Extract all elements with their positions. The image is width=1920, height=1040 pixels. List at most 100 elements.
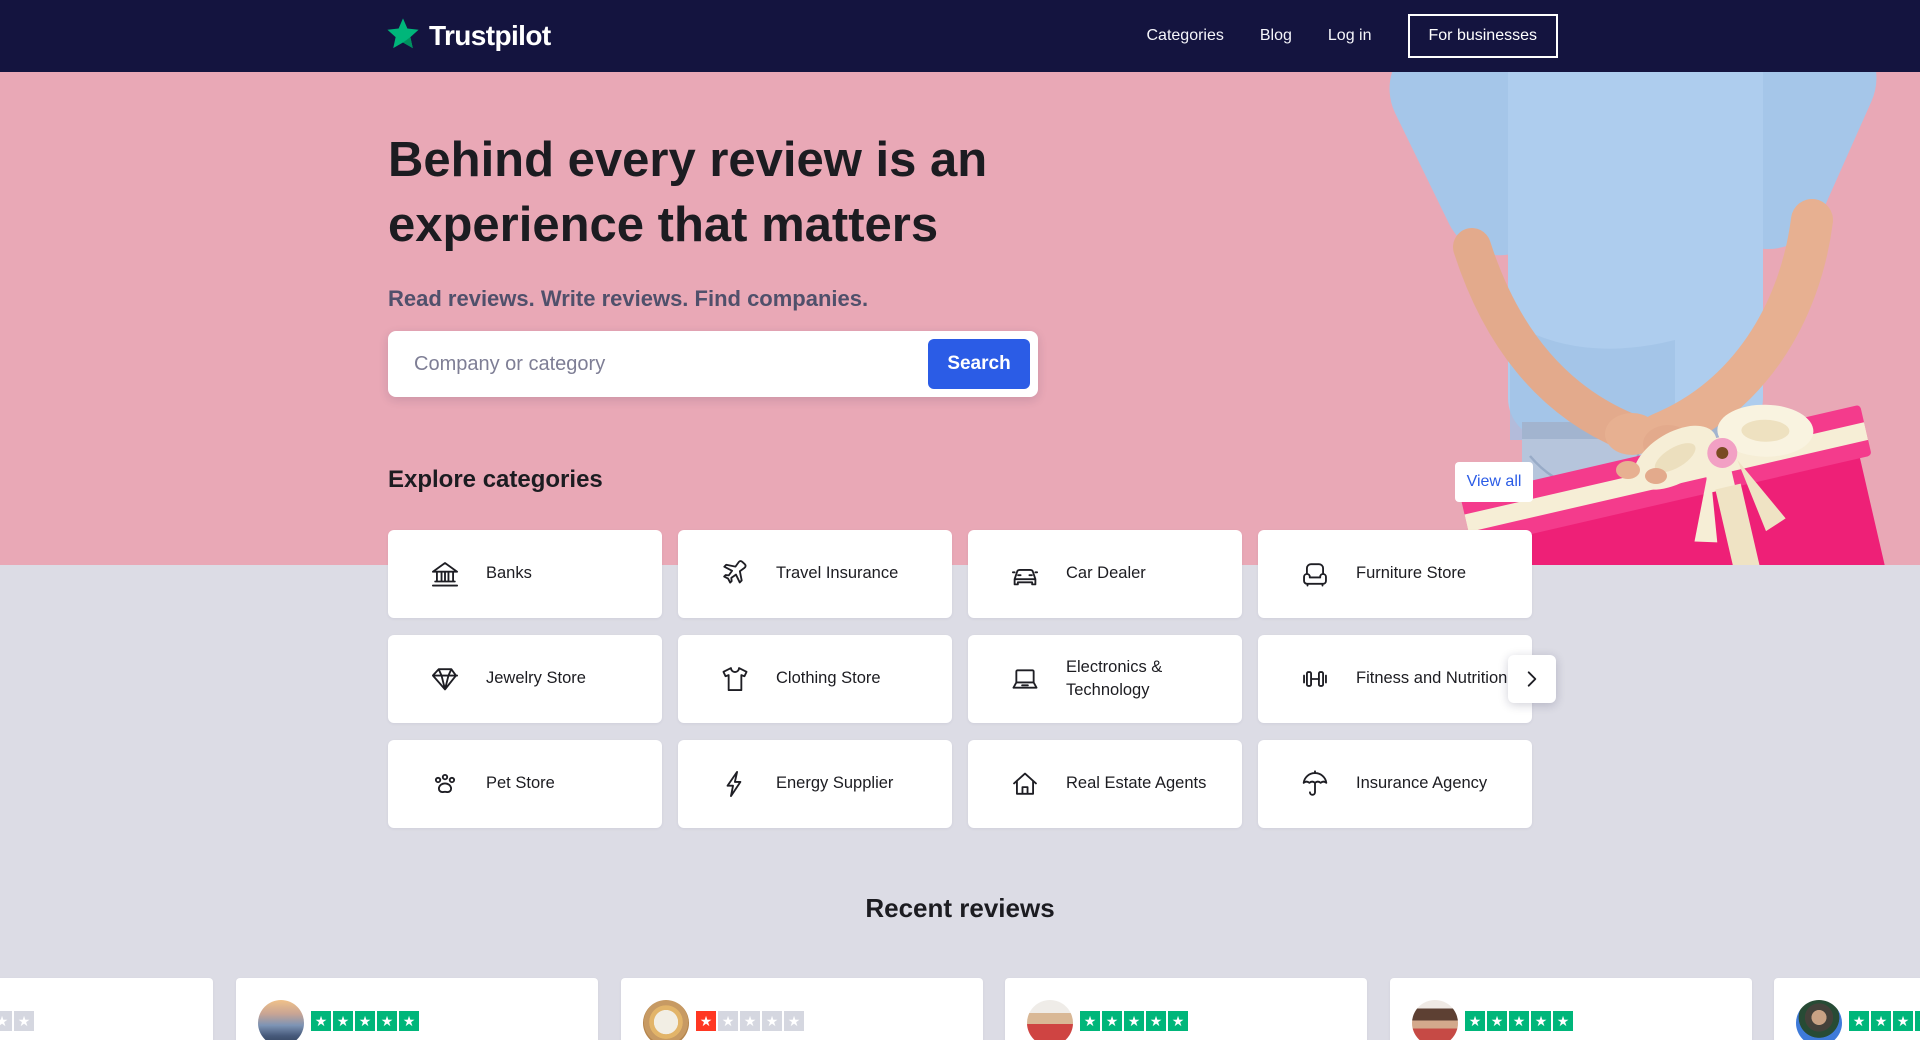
category-label: Clothing Store: [776, 667, 938, 690]
diamond-icon: [430, 664, 460, 694]
star-icon: ★: [1871, 1011, 1891, 1031]
review-card[interactable]: ★★★★★: [621, 978, 983, 1040]
search-button[interactable]: Search: [928, 339, 1030, 389]
star-icon: ★: [1915, 1011, 1920, 1031]
hero-section: Behind every review is an experience tha…: [0, 72, 1920, 565]
category-label: Insurance Agency: [1356, 772, 1518, 795]
star-icon: ★: [1849, 1011, 1869, 1031]
star-icon: ★: [355, 1011, 375, 1031]
nav-link-blog[interactable]: Blog: [1260, 27, 1292, 45]
paw-icon: [430, 769, 460, 799]
star-rating: ★★★★★: [1849, 1011, 1920, 1031]
trustpilot-logo[interactable]: Trustpilot: [386, 17, 551, 56]
category-card-insurance-agency[interactable]: Insurance Agency: [1258, 740, 1532, 828]
star-icon: ★: [377, 1011, 397, 1031]
category-label: Jewelry Store: [486, 667, 648, 690]
star-rating: ★★★★★: [0, 1011, 34, 1031]
car-icon: [1010, 559, 1040, 589]
review-card[interactable]: ★★★★★: [1005, 978, 1367, 1040]
category-label: Electronics & Technology: [1066, 656, 1228, 702]
star-icon: ★: [696, 1011, 716, 1031]
category-label: Energy Supplier: [776, 772, 938, 795]
star-icon: ★: [1531, 1011, 1551, 1031]
city-skyline-avatar: [258, 1000, 304, 1040]
star-icon: ★: [0, 1011, 12, 1031]
category-card-electronics-technology[interactable]: Electronics & Technology: [968, 635, 1242, 723]
armchair-icon: [1300, 559, 1330, 589]
review-card[interactable]: ★★★★★: [0, 978, 213, 1040]
star-icon: ★: [311, 1011, 331, 1031]
review-card[interactable]: ★★★★★: [236, 978, 598, 1040]
search-bar: Search: [388, 331, 1038, 397]
category-label: Furniture Store: [1356, 562, 1518, 585]
star-icon: ★: [1124, 1011, 1144, 1031]
category-label: Pet Store: [486, 772, 648, 795]
plane-icon: [720, 559, 750, 589]
star-rating: ★★★★★: [696, 1011, 804, 1031]
category-label: Travel Insurance: [776, 562, 938, 585]
category-card-clothing-store[interactable]: Clothing Store: [678, 635, 952, 723]
category-label: Banks: [486, 562, 648, 585]
star-icon: ★: [1509, 1011, 1529, 1031]
man-blue-shirt-avatar: [1796, 1000, 1842, 1040]
umbrella-icon: [1300, 769, 1330, 799]
category-card-car-dealer[interactable]: Car Dealer: [968, 530, 1242, 618]
recent-reviews-heading: Recent reviews: [0, 893, 1920, 924]
star-icon: ★: [333, 1011, 353, 1031]
category-label: Real Estate Agents: [1066, 772, 1228, 795]
hero-subtitle: Read reviews. Write reviews. Find compan…: [388, 286, 868, 312]
category-card-energy-supplier[interactable]: Energy Supplier: [678, 740, 952, 828]
nav-link-categories[interactable]: Categories: [1147, 27, 1224, 45]
category-label: Car Dealer: [1066, 562, 1228, 585]
brand-name: Trustpilot: [429, 20, 551, 52]
category-card-fitness-and-nutrition[interactable]: Fitness and Nutrition: [1258, 635, 1532, 723]
category-card-jewelry-store[interactable]: Jewelry Store: [388, 635, 662, 723]
star-icon: ★: [1080, 1011, 1100, 1031]
next-categories-button[interactable]: [1508, 655, 1556, 703]
chevron-right-icon: [1522, 669, 1542, 689]
category-card-banks[interactable]: Banks: [388, 530, 662, 618]
category-label: Fitness and Nutrition: [1356, 667, 1518, 690]
nav-inner: Trustpilot Categories Blog Log in For bu…: [386, 0, 1558, 72]
star-icon: ★: [1893, 1011, 1913, 1031]
bank-icon: [430, 559, 460, 589]
laptop-icon: [1010, 664, 1040, 694]
house-icon: [1010, 769, 1040, 799]
star-icon: ★: [1465, 1011, 1485, 1031]
trustpilot-homepage: Trustpilot Categories Blog Log in For bu…: [0, 0, 1920, 1040]
for-businesses-button[interactable]: For businesses: [1408, 14, 1559, 58]
star-icon: ★: [740, 1011, 760, 1031]
category-card-furniture-store[interactable]: Furniture Store: [1258, 530, 1532, 618]
star-rating: ★★★★★: [311, 1011, 419, 1031]
hero-image-person-with-gift: [1360, 72, 1920, 565]
nav-link-login[interactable]: Log in: [1328, 27, 1372, 45]
hero-title-line2: experience that matters: [388, 193, 987, 258]
star-icon: ★: [14, 1011, 34, 1031]
star-icon: ★: [784, 1011, 804, 1031]
woman-avatar: [1412, 1000, 1458, 1040]
couple-avatar: [1027, 1000, 1073, 1040]
category-card-pet-store[interactable]: Pet Store: [388, 740, 662, 828]
category-card-real-estate-agents[interactable]: Real Estate Agents: [968, 740, 1242, 828]
recent-reviews-row: ★★★★★★★★★★★★★★★★★★★★★★★★★★★★★★: [0, 978, 1920, 1040]
nav-links: Categories Blog Log in For businesses: [1147, 14, 1559, 58]
category-card-travel-insurance[interactable]: Travel Insurance: [678, 530, 952, 618]
view-all-button[interactable]: View all: [1455, 462, 1533, 502]
trustpilot-star-icon: [386, 17, 420, 56]
category-grid: Banks Travel Insurance Car Dealer Furniture…: [388, 530, 1532, 828]
star-rating: ★★★★★: [1465, 1011, 1573, 1031]
star-icon: ★: [1102, 1011, 1122, 1031]
star-rating: ★★★★★: [1080, 1011, 1188, 1031]
explore-categories-heading: Explore categories: [388, 466, 603, 494]
star-icon: ★: [1487, 1011, 1507, 1031]
star-icon: ★: [1553, 1011, 1573, 1031]
review-card[interactable]: ★★★★★: [1774, 978, 1920, 1040]
star-icon: ★: [762, 1011, 782, 1031]
hero-title: Behind every review is an experience tha…: [388, 128, 987, 258]
star-icon: ★: [718, 1011, 738, 1031]
dumbbell-icon: [1300, 664, 1330, 694]
review-card[interactable]: ★★★★★: [1390, 978, 1752, 1040]
star-icon: ★: [399, 1011, 419, 1031]
lightning-icon: [720, 769, 750, 799]
star-icon: ★: [1168, 1011, 1188, 1031]
